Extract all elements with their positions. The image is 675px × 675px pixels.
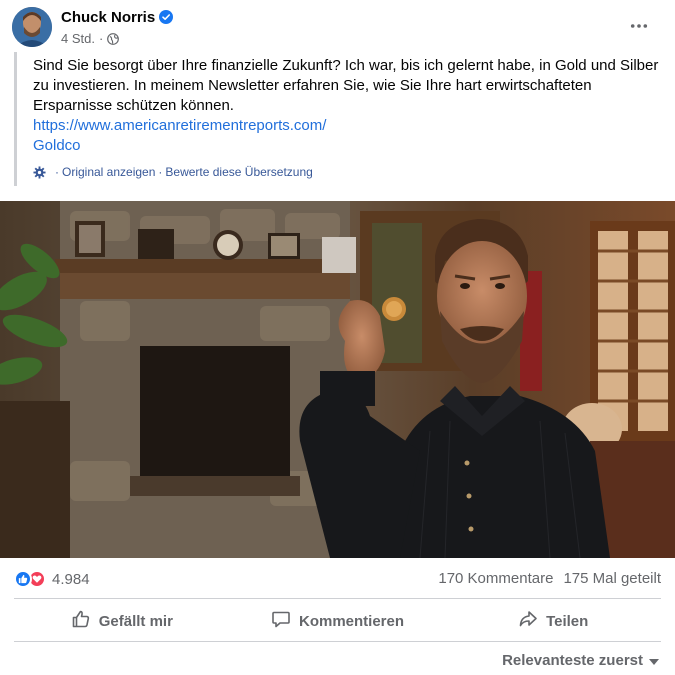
- show-original-link[interactable]: Original anzeigen: [62, 164, 155, 180]
- post-header: Chuck Norris 4 Std. ·: [0, 0, 675, 52]
- action-bar: Gefällt mir Kommentieren Teilen: [14, 603, 661, 639]
- thumbs-up-icon: [71, 609, 91, 633]
- like-label: Gefällt mir: [98, 612, 173, 630]
- verified-icon: [159, 10, 174, 24]
- translate-gear-icon[interactable]: [33, 165, 46, 179]
- share-label: Teilen: [546, 612, 589, 630]
- post-text: Sind Sie besorgt über Ihre finanzielle Z…: [33, 57, 659, 114]
- share-icon: [518, 609, 538, 633]
- translation-bar: · Original anzeigen · Bewerte diese Über…: [33, 164, 313, 180]
- comment-sort-dropdown[interactable]: Relevanteste zuerst: [502, 652, 659, 669]
- chevron-down-icon: [649, 652, 659, 669]
- translate-separator-2: ·: [158, 165, 163, 179]
- globe-icon[interactable]: [107, 33, 120, 45]
- author-avatar[interactable]: [12, 7, 52, 47]
- post-meta: 4 Std. ·: [61, 31, 120, 47]
- author-name-text[interactable]: Chuck Norris: [61, 9, 155, 26]
- comment-label: Kommentieren: [298, 612, 405, 630]
- post-link-label[interactable]: Goldco: [33, 136, 664, 156]
- translate-separator: ·: [55, 165, 59, 179]
- sort-label: Relevanteste zuerst: [502, 652, 643, 669]
- reaction-summary[interactable]: 4.984: [14, 568, 90, 590]
- author-name[interactable]: Chuck Norris: [61, 9, 174, 27]
- share-button[interactable]: Teilen: [445, 603, 661, 639]
- meta-separator: ·: [98, 31, 104, 46]
- like-button[interactable]: Gefällt mir: [14, 603, 230, 639]
- comment-icon: [271, 609, 291, 633]
- post-photo[interactable]: [0, 201, 675, 558]
- shares-count[interactable]: 175 Mal geteilt: [563, 570, 661, 587]
- comments-count[interactable]: 170 Kommentare: [438, 570, 553, 587]
- post-body: Sind Sie besorgt über Ihre finanzielle Z…: [14, 52, 664, 186]
- divider-bottom: [14, 641, 661, 642]
- post-link-url[interactable]: https://www.americanretirementreports.co…: [33, 116, 664, 136]
- comment-button[interactable]: Kommentieren: [230, 603, 446, 639]
- engagement-counts: 170 Kommentare 175 Mal geteilt: [438, 570, 661, 587]
- divider-top: [14, 598, 661, 599]
- reaction-count[interactable]: 4.984: [52, 571, 90, 588]
- more-options-icon[interactable]: [625, 14, 653, 38]
- post-timestamp[interactable]: 4 Std.: [61, 31, 95, 47]
- rate-translation-link[interactable]: Bewerte diese Übersetzung: [165, 164, 312, 180]
- like-reaction-icon: [14, 570, 32, 588]
